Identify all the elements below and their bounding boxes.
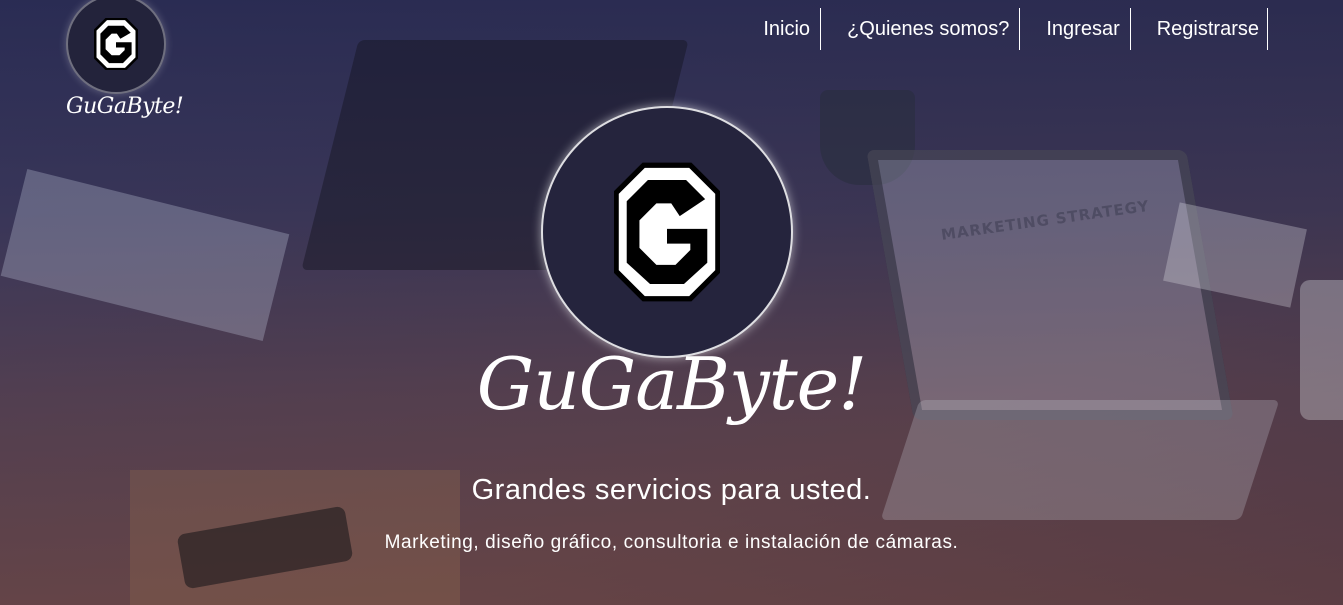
nav-item-ingresar[interactable]: Ingresar — [1020, 8, 1131, 50]
nav-item-inicio[interactable]: Inicio — [763, 8, 822, 50]
hero-subtitle: Grandes servicios para usted. — [471, 474, 872, 506]
g-octagon-logo-icon — [614, 162, 720, 302]
brand-logo — [66, 0, 166, 94]
brand-link[interactable]: GuGaByte! — [66, 0, 184, 119]
main-nav: Inicio ¿Quienes somos? Ingresar Registra… — [763, 8, 1268, 50]
background-paper — [0, 168, 290, 342]
brand-name: GuGaByte! — [66, 94, 184, 119]
nav-item-quienes-somos[interactable]: ¿Quienes somos? — [821, 8, 1021, 50]
hero-logo — [541, 106, 793, 358]
hero-title: GuGaByte! — [476, 342, 867, 426]
hero-description: Marketing, diseño gráfico, consultoria e… — [384, 532, 959, 553]
nav-item-registrarse[interactable]: Registrarse — [1131, 8, 1268, 50]
g-octagon-logo-icon — [94, 18, 138, 70]
